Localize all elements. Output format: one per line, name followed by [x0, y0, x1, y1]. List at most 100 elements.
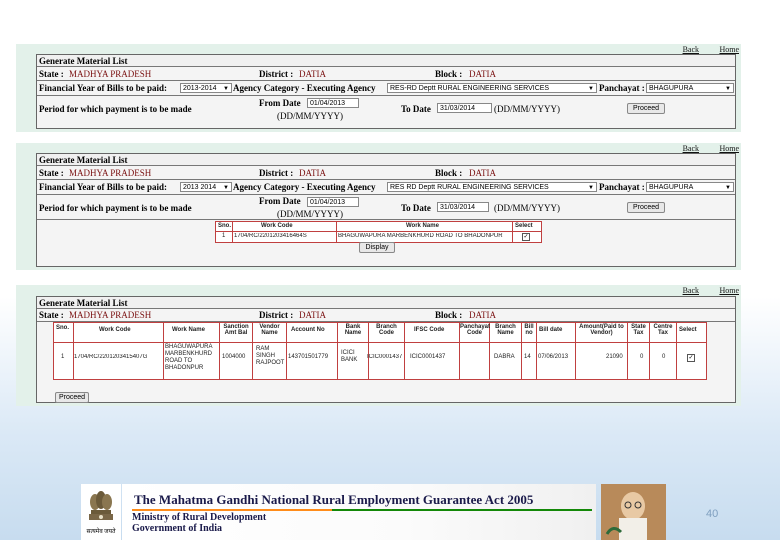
col-header-work-name: Work Name [172, 327, 205, 333]
from-date-input[interactable]: 01/04/2013 [307, 197, 359, 207]
from-date-format: (DD/MM/YYYY) [277, 209, 343, 219]
from-date-input[interactable]: 01/04/2013 [307, 98, 359, 108]
form-header: Generate Material List [37, 154, 735, 166]
row-work-name: BHAGUWAPURA MARBENKHURD ROAD TO BHADONPU… [338, 233, 503, 239]
col-header-ifsc: IFSC Code [414, 327, 445, 333]
row-work-name: BHAGUWAPURA MARBENKHURD ROAD TO BHADONPU… [165, 344, 213, 371]
gandhi-portrait-logo [601, 484, 666, 540]
col-header-account: Account No [291, 327, 325, 333]
form-frame: Generate Material List State : MADHYA PR… [36, 153, 736, 267]
from-date-label: From Date [259, 98, 301, 108]
block-value: DATIA [469, 168, 496, 178]
row-amount: 21090 [606, 354, 623, 360]
location-row: State : MADHYA PRADESH District : DATIA … [37, 67, 735, 81]
col-divider [536, 323, 537, 379]
state-value: MADHYA PRADESH [69, 310, 152, 320]
to-date-format: (DD/MM/YYYY) [494, 104, 560, 114]
panchayat-value: BHAGUPURA [649, 184, 694, 191]
ministry-name: Ministry of Rural Development [132, 512, 267, 523]
proceed-button[interactable]: Proceed [627, 202, 665, 213]
proceed-button[interactable]: Proceed [627, 103, 665, 114]
row-branch-name: DABRA [494, 354, 515, 360]
material-list-frame: Generate Material List State : MADHYA PR… [36, 296, 736, 403]
chevron-down-icon: ▼ [588, 86, 594, 92]
row-state-tax: 0 [640, 354, 644, 360]
fy-label: Financial Year of Bills to be paid: [39, 83, 168, 93]
form-frame: Generate Material List State : MADHYA PR… [36, 54, 736, 129]
fy-label: Financial Year of Bills to be paid: [39, 182, 168, 192]
footer-banner: सत्यमेव जयते The Mahatma Gandhi National… [81, 484, 666, 540]
home-link[interactable]: Home [719, 144, 739, 153]
work-table: Sno. Work Code Work Name Select 1 1704/R… [215, 221, 542, 243]
period-row: Period for which payment is to be made F… [37, 195, 735, 220]
form-title: Generate Material List [39, 56, 128, 66]
location-row: State : MADHYA PRADESH District : DATIA … [37, 166, 735, 180]
to-date-format: (DD/MM/YYYY) [494, 203, 560, 213]
chevron-down-icon: ▼ [725, 86, 731, 92]
block-label: Block : [435, 69, 463, 79]
display-button[interactable]: Display [359, 242, 395, 253]
panchayat-select[interactable]: BHAGUPURA ▼ [646, 83, 734, 93]
district-value: DATIA [299, 168, 326, 178]
col-header-bank: Bank Name [344, 324, 362, 336]
row-select-checkbox[interactable]: ✓ [522, 233, 530, 241]
row-work-code: 1704/RC/2201203415407G [74, 354, 148, 360]
fy-select[interactable]: 2013-2014 ▼ [180, 83, 232, 93]
row-work-code: 1704/RC/2201203416464S [234, 233, 307, 239]
screenshot-panel-3: Back Home Generate Material List State :… [16, 285, 741, 406]
col-header-centre-tax: Centre Tax [653, 324, 673, 336]
national-emblem-logo: सत्यमेव जयते [81, 484, 121, 540]
state-label: State : [39, 69, 64, 79]
home-link[interactable]: Home [719, 286, 739, 295]
emblem-caption: सत्यमेव जयते [86, 529, 116, 535]
home-link[interactable]: Home [719, 45, 739, 54]
col-header-bill-no: Bill no [524, 324, 534, 336]
col-divider [404, 323, 405, 379]
filter-row: Financial Year of Bills to be paid: 2013… [37, 81, 735, 96]
col-header-vendor: Vendor Name [259, 324, 280, 336]
to-date-input[interactable]: 31/03/2014 [437, 202, 489, 212]
back-link[interactable]: Back [683, 144, 699, 153]
agency-select[interactable]: RES RD Deptt RURAL ENGINEERING SERVICES ▼ [387, 182, 597, 192]
panchayat-select[interactable]: BHAGUPURA ▼ [646, 182, 734, 192]
district-label: District : [259, 69, 294, 79]
row-centre-tax: 0 [662, 354, 666, 360]
panchayat-label: Panchayat : [599, 83, 645, 93]
row-sno: 1 [222, 233, 226, 239]
panchayat-label: Panchayat : [599, 182, 645, 192]
location-row: State : MADHYA PRADESH District : DATIA … [37, 309, 735, 322]
district-value: DATIA [299, 69, 326, 79]
agency-label: Agency Category - Executing Agency [233, 83, 376, 93]
col-divider [676, 323, 677, 379]
row-sno: 1 [61, 354, 65, 360]
to-date-label: To Date [401, 104, 431, 114]
col-header-sno: Sno. [56, 325, 69, 331]
district-value: DATIA [299, 310, 326, 320]
col-header-panchayat-code: Panchayat Code [460, 324, 491, 336]
screenshot-panel-2: Back Home Generate Material List State :… [16, 143, 741, 270]
period-label: Period for which payment is to be made [39, 203, 192, 213]
back-link[interactable]: Back [683, 45, 699, 54]
row-select-checkbox[interactable]: ✓ [687, 354, 695, 362]
proceed-button[interactable]: Proceed [55, 392, 89, 403]
back-link[interactable]: Back [683, 286, 699, 295]
col-header-select: Select [679, 327, 697, 333]
period-row: Period for which payment is to be made F… [37, 96, 735, 128]
row-vendor: RAM SINGH RAJPOOT [256, 346, 285, 366]
fy-value: 2013 2014 [183, 184, 217, 191]
mgnrega-banner: The Mahatma Gandhi National Rural Employ… [122, 484, 596, 540]
state-label: State : [39, 310, 64, 320]
agency-select[interactable]: RES-RD Deptt RURAL ENGINEERING SERVICES ▼ [387, 83, 597, 93]
row-ifsc: ICIC0001437 [410, 354, 446, 360]
row-bank: ICICI BANK [341, 350, 358, 363]
col-header-select: Select [515, 223, 533, 229]
fy-select[interactable]: 2013 2014 ▼ [180, 182, 232, 192]
act-title: The Mahatma Gandhi National Rural Employ… [134, 492, 534, 507]
material-table: Sno. Work Code Work Name Sanction Amt Ba… [53, 322, 707, 380]
block-value: DATIA [469, 69, 496, 79]
col-header-work-name: Work Name [406, 223, 439, 229]
table-divider [216, 231, 541, 232]
to-date-input[interactable]: 31/03/2014 [437, 103, 492, 113]
green-stripe [332, 509, 592, 511]
district-label: District : [259, 168, 294, 178]
